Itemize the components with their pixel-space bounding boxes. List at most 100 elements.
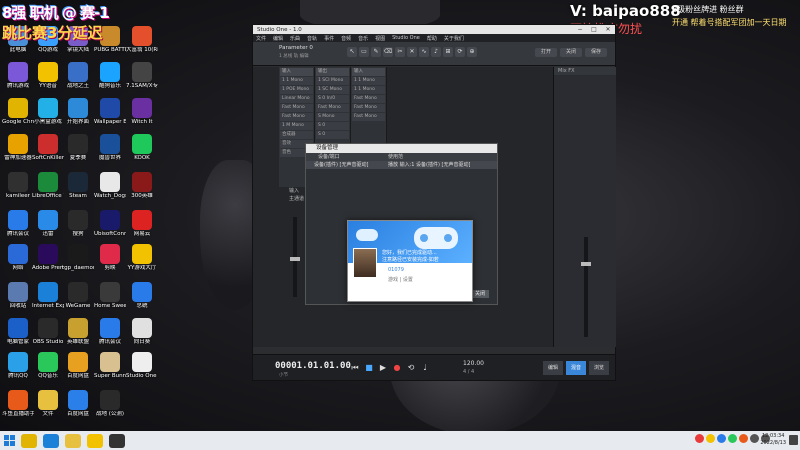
time-signature[interactable]: 4 / 4: [463, 369, 474, 375]
desktop-icon[interactable]: WeGame: [62, 282, 94, 318]
desktop-icon[interactable]: 7.1SAM/X专: [126, 62, 158, 98]
tray-app-icon[interactable]: [717, 434, 726, 443]
desktop-icon[interactable]: 斗鱼直播助手: [2, 390, 34, 426]
play-icon[interactable]: ▶: [377, 362, 389, 373]
desktop-icon[interactable]: Witch It: [126, 98, 158, 134]
menu-item[interactable]: 视图: [375, 35, 385, 42]
insert-slot[interactable]: S 0: [316, 122, 349, 130]
menu-item[interactable]: 音轨: [307, 35, 317, 42]
insert-slot[interactable]: Fast Mono: [352, 95, 385, 103]
tray-app-icon[interactable]: [706, 434, 715, 443]
fader-knob[interactable]: [290, 257, 300, 261]
arrow-tool-icon[interactable]: ↖: [347, 47, 357, 57]
desktop-icon[interactable]: Watch_Dogs 2: [94, 172, 126, 208]
desktop-icon[interactable]: 酷狗音乐: [94, 62, 126, 98]
tray-app-icon[interactable]: [728, 434, 737, 443]
loop-transport-icon[interactable]: ⟲: [405, 362, 417, 373]
desktop-icon[interactable]: Adobe Premie...: [32, 244, 64, 280]
taskbar-app-chrome-icon[interactable]: [21, 433, 37, 448]
desktop-icon[interactable]: Wallpaper Engine: [94, 98, 126, 134]
menu-item[interactable]: 关于我们: [444, 35, 464, 42]
desktop-icon[interactable]: OBS Studio: [32, 318, 64, 354]
insert-slot[interactable]: Linear Mono: [280, 95, 313, 103]
track-header[interactable]: 输入: [352, 68, 385, 76]
tray-app-icon[interactable]: [695, 434, 704, 443]
desktop-icon[interactable]: 腾讯QQ: [2, 352, 34, 388]
rewind-icon[interactable]: ⏮: [349, 362, 361, 373]
popup-action-link[interactable]: 游戏 | 设置: [388, 276, 413, 283]
desktop-icon[interactable]: tgp_daemon: [62, 244, 94, 280]
desktop-icon[interactable]: 腾讯会议: [2, 210, 34, 246]
desktop-icon[interactable]: UbisoftConnect: [94, 210, 126, 246]
desktop-icon[interactable]: 百度网盘: [62, 352, 94, 388]
bend-tool-icon[interactable]: ∿: [419, 47, 429, 57]
desktop-icon[interactable]: Google Chrome: [2, 98, 34, 134]
notification-center-icon[interactable]: [789, 435, 798, 445]
insert-slot[interactable]: S 0: [316, 131, 349, 139]
desktop-icon[interactable]: 腾讯游戏: [2, 62, 34, 98]
desktop-icon[interactable]: 迅雷: [32, 210, 64, 246]
desktop-icon[interactable]: 百度网盘: [62, 390, 94, 426]
zoom-icon[interactable]: ⊕: [467, 47, 477, 57]
desktop-icon[interactable]: 战地 (公测): [94, 390, 126, 426]
desktop-icon[interactable]: LibreOffice 7.0: [32, 172, 64, 208]
desktop-icon[interactable]: Internet Explorer: [32, 282, 64, 318]
desktop-icon[interactable]: 英雄联盟: [62, 318, 94, 354]
menu-item[interactable]: 乐曲: [290, 35, 300, 42]
desktop-icon[interactable]: YY语音: [32, 62, 64, 98]
channel-fader[interactable]: [290, 217, 300, 297]
desktop-icon[interactable]: 网易云: [126, 210, 158, 246]
insert-slot[interactable]: Fast Mono: [280, 113, 313, 121]
record-icon[interactable]: ●: [391, 362, 403, 373]
desktop-icon[interactable]: 文件: [32, 390, 64, 426]
insert-slot[interactable]: 1 1 Mono: [352, 77, 385, 85]
desktop-icon[interactable]: 总统: [126, 282, 158, 318]
desktop-icon[interactable]: 夏季赛: [62, 134, 94, 170]
clock[interactable]: 12:03:34 2022/8/13: [760, 433, 786, 447]
view-tab[interactable]: 混音: [566, 361, 586, 375]
taskbar-app-studio-one-icon[interactable]: [109, 433, 125, 448]
insert-slot[interactable]: 1 POE Mono: [280, 86, 313, 94]
desktop-icon[interactable]: 电脑管家: [2, 318, 34, 354]
tempo-value[interactable]: 120.00: [463, 360, 484, 367]
desktop-icon[interactable]: 300英雄: [126, 172, 158, 208]
insert-slot[interactable]: Fast Mono: [352, 113, 385, 121]
insert-slot[interactable]: 1 M Mono: [280, 122, 313, 130]
notification-popup[interactable]: 您好，我们已完成驱动... 注意路径已安装完成-如若 01079 游戏 | 设置: [347, 220, 473, 302]
tray-app-icon[interactable]: [739, 434, 748, 443]
desktop-icon[interactable]: 剪映: [94, 244, 126, 280]
insert-slot[interactable]: S Mono: [316, 113, 349, 121]
range-tool-icon[interactable]: ▭: [359, 47, 369, 57]
menu-item[interactable]: 事件: [324, 35, 334, 42]
fader-knob[interactable]: [581, 262, 591, 266]
metronome-icon[interactable]: ♩: [419, 362, 431, 373]
insert-slot[interactable]: 1 1 Mono: [352, 86, 385, 94]
menu-item[interactable]: Studio One: [392, 35, 420, 41]
menu-item[interactable]: 文件: [256, 35, 266, 42]
dialog-close-button[interactable]: 关闭: [471, 290, 489, 298]
desktop-icon[interactable]: YY游戏大厅: [126, 244, 158, 280]
table-row[interactable]: 设备(插件) [无声音驱动] 播放 输入:1 设备(插件) [无声音驱动]: [306, 161, 497, 169]
desktop-icon[interactable]: 腾讯会议: [94, 318, 126, 354]
toolbar-button[interactable]: 关闭: [560, 48, 582, 57]
close-button[interactable]: ✕: [601, 26, 615, 33]
desktop-icon[interactable]: 战地之王: [62, 62, 94, 98]
mute-tool-icon[interactable]: ✕: [407, 47, 417, 57]
desktop-icon[interactable]: 小黑盒游戏: [32, 98, 64, 134]
desktop-icon[interactable]: 搜狗: [62, 210, 94, 246]
insert-slot[interactable]: 合成器: [280, 131, 313, 139]
start-button[interactable]: [0, 431, 18, 450]
taskbar-app-explorer-icon[interactable]: [65, 433, 81, 448]
desktop-icon[interactable]: Steam: [62, 172, 94, 208]
desktop-icon[interactable]: QQ音乐: [32, 352, 64, 388]
desktop-icon[interactable]: KOOK: [126, 134, 158, 170]
split-tool-icon[interactable]: ✂: [395, 47, 405, 57]
desktop-icon[interactable]: 开始界面: [62, 98, 94, 134]
stop-icon[interactable]: ■: [363, 362, 375, 373]
desktop-icon[interactable]: 魔兽世界: [94, 134, 126, 170]
view-tab[interactable]: 编辑: [543, 361, 563, 375]
volume-icon[interactable]: [750, 434, 759, 443]
loop-icon[interactable]: ⟳: [455, 47, 465, 57]
desktop-icon[interactable]: 大富翁 10(Rich...: [126, 26, 158, 62]
insert-slot[interactable]: 1 SCI Mono: [316, 77, 349, 85]
